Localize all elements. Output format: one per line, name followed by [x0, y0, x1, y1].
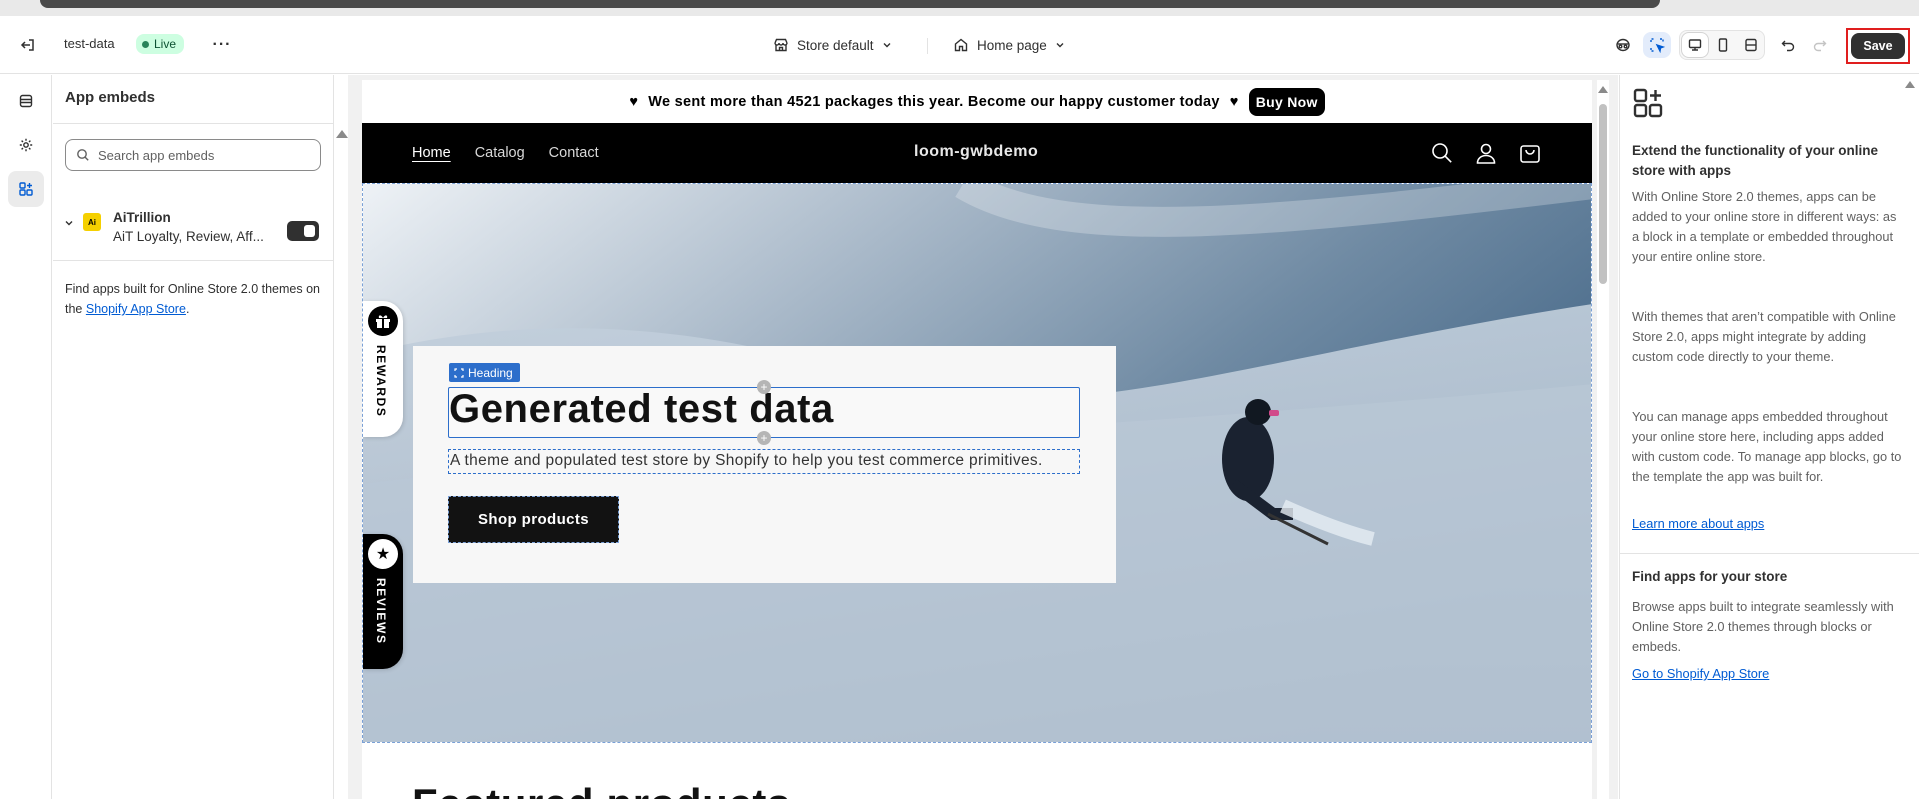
heading-tag-label: Heading: [468, 365, 513, 380]
heart-icon: ♥: [1229, 93, 1239, 110]
heading-block-tag[interactable]: Heading: [449, 363, 520, 382]
panel-note-suffix: .: [185, 302, 190, 316]
info-paragraph-1: With Online Store 2.0 themes, apps can b…: [1632, 189, 1897, 264]
gift-icon: [368, 306, 398, 336]
store-icon: [774, 38, 788, 52]
app-embed-toggle[interactable]: [287, 221, 319, 241]
aitrillion-logo-icon: Ai: [83, 213, 101, 231]
featured-products-heading: Featured products: [412, 780, 791, 799]
info-divider: [1620, 553, 1919, 554]
nav-catalog[interactable]: Catalog: [475, 145, 525, 161]
scrollbar-thumb[interactable]: [1599, 104, 1607, 284]
live-status-label: Live: [154, 37, 177, 51]
info-paragraph-4: Browse apps built to integrate seamlessl…: [1632, 599, 1894, 654]
reviews-tab-label: REVIEWS: [374, 578, 388, 645]
home-icon: [954, 38, 968, 52]
sections-icon[interactable]: [8, 83, 44, 119]
chevron-down-icon: [1056, 43, 1064, 48]
panel-scroll-up-arrow-icon[interactable]: [336, 130, 348, 138]
add-block-below-icon[interactable]: +: [757, 431, 771, 445]
chevron-down-icon: [883, 43, 891, 48]
scroll-up-arrow-icon[interactable]: [1598, 86, 1608, 93]
app-embeds-icon[interactable]: [8, 171, 44, 207]
search-icon[interactable]: [1430, 141, 1454, 165]
cart-icon[interactable]: [1518, 141, 1542, 165]
search-field[interactable]: [65, 139, 321, 171]
redo-icon[interactable]: [1806, 32, 1834, 58]
search-icon: [77, 149, 89, 161]
star-icon: ★: [368, 539, 398, 569]
store-name: test-data: [64, 36, 115, 51]
info-scroll-up-arrow-icon[interactable]: [1905, 81, 1915, 88]
browser-url-strip: [40, 0, 1660, 8]
browser-top-bar: [0, 0, 1919, 16]
live-status-badge: Live: [136, 34, 185, 54]
nav-contact[interactable]: Contact: [549, 145, 599, 161]
editor-topbar: test-data Live ··· Store default Home pa…: [0, 16, 1919, 74]
theme-selector[interactable]: Store default: [773, 32, 892, 58]
rewards-tab-label: REWARDS: [374, 345, 388, 418]
info-heading: Extend the functionality of your online …: [1632, 143, 1879, 178]
shopify-app-store-link[interactable]: Shopify App Store: [86, 302, 186, 316]
store-logo[interactable]: loom-gwbdemo: [914, 143, 1038, 161]
app-name: AiTrillion: [113, 210, 171, 225]
announcement-bar: ♥ We sent more than 4521 packages this y…: [362, 80, 1592, 123]
panel-note: Find apps built for Online Store 2.0 the…: [65, 279, 320, 319]
header-icons: [1430, 141, 1542, 165]
hero-banner[interactable]: Heading Generated test data + + A theme …: [362, 183, 1592, 743]
hero-heading[interactable]: Generated test data: [449, 387, 834, 432]
undo-icon[interactable]: [1774, 32, 1802, 58]
mobile-view-icon[interactable]: [1709, 32, 1737, 58]
more-actions-icon[interactable]: ···: [208, 32, 236, 58]
add-block-above-icon[interactable]: +: [757, 380, 771, 394]
store-nav: Home Catalog Contact: [412, 145, 599, 161]
exit-icon[interactable]: [14, 32, 42, 58]
hero-subheading[interactable]: A theme and populated test store by Shop…: [448, 449, 1080, 474]
buy-now-button[interactable]: Buy Now: [1248, 87, 1325, 116]
store-header: Home Catalog Contact loom-gwbdemo: [362, 123, 1592, 183]
info-paragraph-2: With themes that aren’t compatible with …: [1632, 309, 1896, 364]
app-subtitle: AiT Loyalty, Review, Aff...: [113, 229, 264, 244]
nav-home[interactable]: Home: [412, 145, 451, 161]
fullscreen-view-icon[interactable]: [1737, 32, 1765, 58]
theme-selector-label: Store default: [797, 37, 874, 53]
theme-settings-gear-icon[interactable]: [8, 127, 44, 163]
panel-divider: [53, 123, 334, 124]
search-app-embeds-input[interactable]: [98, 147, 298, 163]
heading-block-icon: [454, 367, 464, 378]
account-icon[interactable]: [1474, 141, 1498, 165]
page-selector[interactable]: Home page: [953, 32, 1065, 58]
announcement-text: We sent more than 4521 packages this yea…: [648, 93, 1220, 110]
info-heading-2: Find apps for your store: [1632, 569, 1788, 584]
toggle-knob: [304, 225, 315, 237]
page-selector-label: Home page: [977, 37, 1047, 53]
chevron-down-icon[interactable]: [63, 217, 75, 229]
go-to-app-store-link[interactable]: Go to Shopify App Store: [1632, 666, 1769, 681]
toolbar-divider: [927, 38, 928, 54]
learn-more-apps-link[interactable]: Learn more about apps: [1632, 516, 1764, 531]
apps-icon: [1633, 88, 1663, 118]
hero-content-card: Heading Generated test data + + A theme …: [413, 346, 1116, 583]
save-button-highlight: [1846, 28, 1910, 64]
shop-products-button[interactable]: Shop products: [448, 496, 619, 543]
app-embeds-panel: App embeds Ai AiTrillion AiT Loyalty, Re…: [53, 75, 334, 799]
desktop-view-icon[interactable]: [1681, 32, 1709, 58]
live-dot-icon: [142, 40, 149, 48]
info-paragraph-3: You can manage apps embedded throughout …: [1632, 409, 1902, 484]
panel-title: App embeds: [65, 89, 156, 106]
reviews-tab[interactable]: ★ REVIEWS: [363, 534, 403, 669]
left-rail: [0, 75, 52, 799]
app-info-panel: Extend the functionality of your online …: [1619, 75, 1919, 799]
heart-icon: ♥: [629, 93, 639, 110]
store-preview: ♥ We sent more than 4521 packages this y…: [362, 80, 1592, 799]
rewards-tab[interactable]: REWARDS: [363, 301, 403, 437]
theme-inspector-icon[interactable]: [1609, 32, 1637, 58]
preview-scrollbar[interactable]: [1597, 80, 1609, 799]
select-element-icon[interactable]: [1643, 32, 1671, 58]
app-embed-row[interactable]: Ai AiTrillion AiT Loyalty, Review, Aff..…: [53, 199, 334, 261]
